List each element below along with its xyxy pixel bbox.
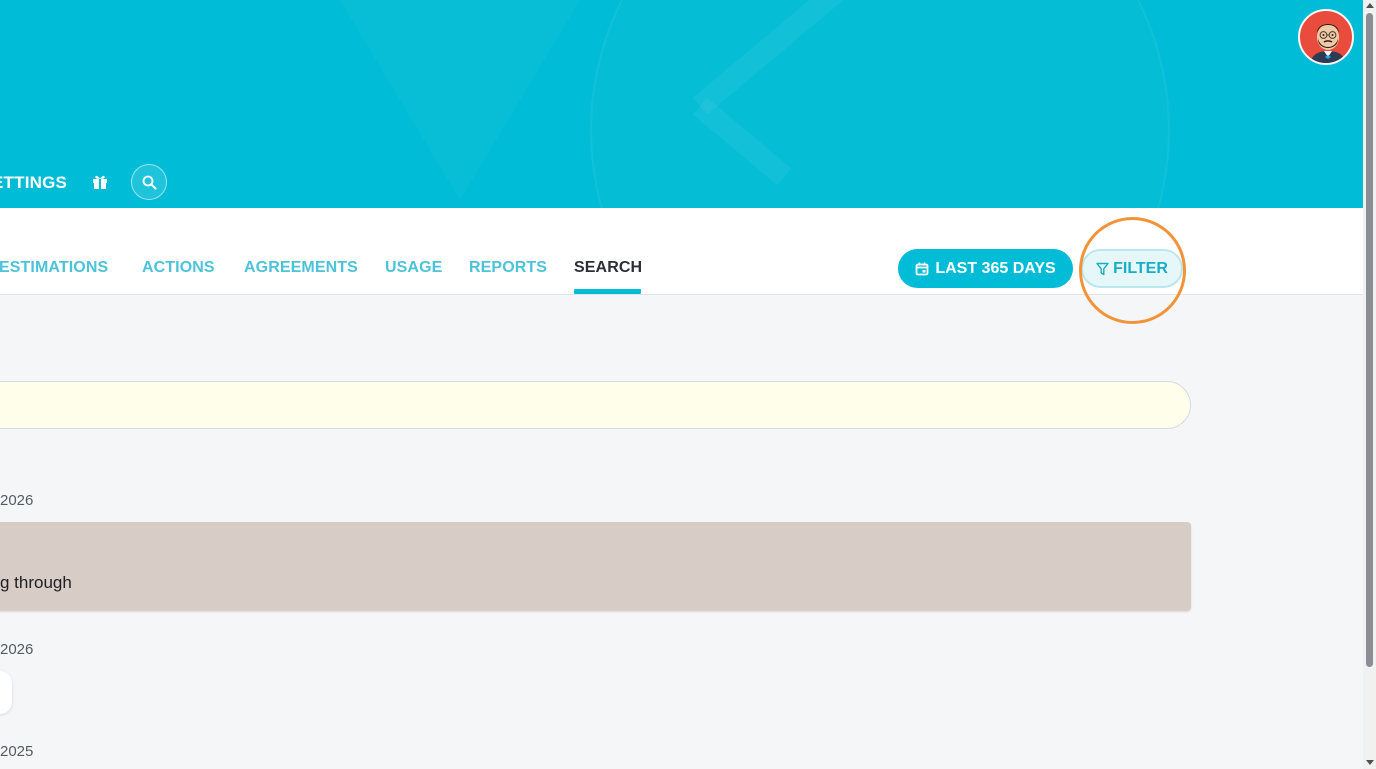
filter-label: FILTER — [1113, 259, 1168, 277]
tab-agreements[interactable]: AGREEMENTS — [244, 259, 358, 277]
gift-icon[interactable] — [91, 172, 109, 190]
result-card-1-text: g through — [0, 573, 72, 592]
header-search-button[interactable] — [131, 164, 167, 200]
header-decoration-ring — [590, 0, 1170, 208]
scroll-up-arrow-icon[interactable] — [1366, 3, 1374, 8]
calendar-icon — [915, 262, 929, 275]
search-icon — [142, 175, 156, 189]
result-date-2: 2026 — [0, 641, 34, 658]
tab-usage[interactable]: USAGE — [385, 259, 442, 277]
date-range-button[interactable]: LAST 365 DAYS — [898, 249, 1073, 288]
filter-icon — [1096, 262, 1109, 275]
result-date-3: 2025 — [0, 743, 34, 760]
user-avatar[interactable] — [1298, 9, 1354, 65]
result-date-1: 2026 — [0, 492, 34, 509]
date-range-label: LAST 365 DAYS — [935, 259, 1056, 277]
section-tabbar: ESTIMATIONS ACTIONS AGREEMENTS USAGE REP… — [0, 208, 1363, 295]
result-card-2[interactable] — [0, 671, 12, 714]
scrollbar-thumb[interactable] — [1366, 13, 1373, 667]
header-decoration-shape — [340, 0, 580, 200]
tab-estimations[interactable]: ESTIMATIONS — [0, 259, 108, 277]
app-header: ETTINGS — [0, 0, 1363, 208]
active-tab-indicator — [574, 289, 641, 294]
filter-button[interactable]: FILTER — [1081, 249, 1183, 288]
tab-search[interactable]: SEARCH — [574, 259, 642, 277]
page-scrollbar[interactable] — [1363, 0, 1376, 769]
tab-actions[interactable]: ACTIONS — [142, 259, 215, 277]
scroll-down-arrow-icon[interactable] — [1366, 760, 1374, 765]
nav-settings-link[interactable]: ETTINGS — [0, 173, 67, 193]
search-input[interactable] — [0, 381, 1191, 429]
result-card-1[interactable]: g through — [0, 522, 1191, 611]
tab-reports[interactable]: REPORTS — [469, 259, 547, 277]
